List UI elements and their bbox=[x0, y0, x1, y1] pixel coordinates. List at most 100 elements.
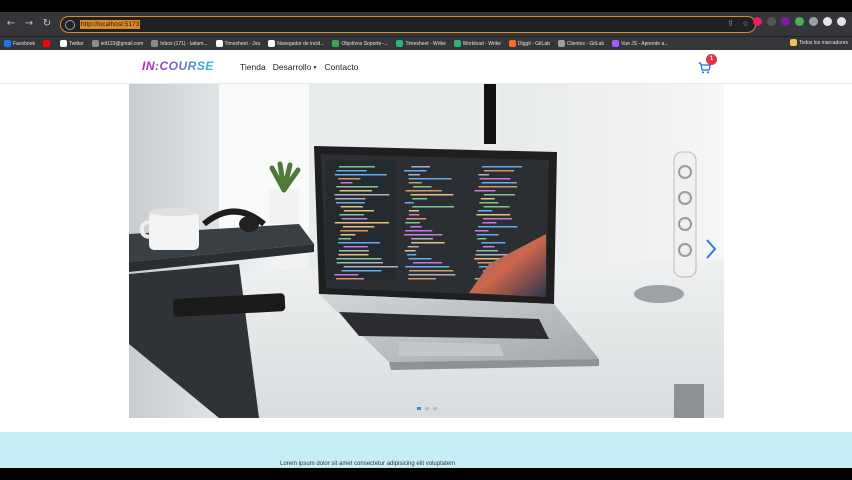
carousel-indicator[interactable] bbox=[417, 407, 421, 410]
nav-link-desarrollo[interactable]: Desarrollo▼ bbox=[273, 62, 318, 72]
nav-link-label: Contacto bbox=[324, 62, 359, 72]
extension-icon[interactable] bbox=[781, 17, 790, 26]
carousel-next-icon[interactable] bbox=[704, 238, 718, 260]
code-line bbox=[340, 234, 356, 236]
extension-icon[interactable] bbox=[767, 17, 776, 26]
code-line bbox=[413, 262, 443, 264]
bookmark-label: Timesheet - Jira bbox=[224, 40, 261, 47]
extension-icon[interactable] bbox=[795, 17, 804, 26]
code-line bbox=[412, 186, 432, 188]
code-line bbox=[334, 174, 387, 176]
code-line bbox=[483, 194, 515, 196]
browser-toolbar: ← → ↻ ⌂ http://localhost:5173 ⇪ ☆ bbox=[0, 12, 852, 36]
code-line bbox=[411, 242, 445, 244]
code-line bbox=[412, 206, 455, 208]
extension-icon[interactable] bbox=[823, 17, 832, 26]
bookmark-item[interactable]: ielt123@gmail.com bbox=[91, 40, 144, 47]
code-line bbox=[478, 174, 490, 176]
code-line bbox=[408, 258, 432, 260]
carousel-indicator[interactable] bbox=[425, 407, 429, 410]
code-line bbox=[343, 246, 368, 248]
nav-link-label: Tienda bbox=[240, 62, 266, 72]
bookmark-item[interactable]: Objetivos Soporte -... bbox=[332, 40, 388, 47]
code-line bbox=[341, 270, 382, 272]
code-line bbox=[478, 226, 518, 228]
bookmark-favicon-icon bbox=[332, 40, 340, 47]
all-bookmarks[interactable]: Todos los marcadores bbox=[790, 39, 848, 46]
code-line bbox=[405, 190, 442, 192]
slide-image bbox=[129, 84, 724, 418]
extension-icon[interactable] bbox=[753, 17, 762, 26]
extension-icon[interactable] bbox=[809, 17, 818, 26]
nav-link-contacto[interactable]: Contacto bbox=[324, 62, 358, 72]
code-line bbox=[338, 166, 375, 168]
incourse-logo[interactable]: IN:COURSE bbox=[141, 59, 229, 73]
site-info-icon[interactable] bbox=[65, 19, 75, 30]
extension-icon[interactable] bbox=[837, 17, 846, 26]
cart-count-badge: 1 bbox=[706, 54, 717, 65]
carousel-indicator[interactable] bbox=[433, 407, 437, 410]
bookmark-favicon-icon bbox=[91, 40, 99, 47]
bookmark-item[interactable]: Clientes - GitLab bbox=[557, 40, 604, 47]
code-line bbox=[408, 278, 437, 280]
code-line bbox=[477, 238, 487, 240]
folder-icon bbox=[790, 39, 798, 46]
site-navbar: IN:COURSE Tienda Desarrollo▼ Contacto 1 bbox=[0, 50, 852, 84]
bookmark-item[interactable]: Inbox (171) - laitam... bbox=[151, 40, 208, 47]
bookmark-item[interactable] bbox=[42, 40, 52, 47]
extensions-area bbox=[753, 17, 846, 26]
bookmark-item[interactable]: Timesheet - Jira bbox=[215, 40, 261, 47]
bookmark-label: Facebook bbox=[13, 40, 35, 47]
url-text[interactable]: http://localhost:5173 bbox=[80, 20, 141, 29]
code-line bbox=[404, 234, 443, 236]
bookmark-label: Workload - Wrike bbox=[462, 40, 501, 47]
code-line bbox=[476, 234, 499, 236]
code-line bbox=[340, 230, 369, 232]
bookmark-label: Twitter bbox=[68, 40, 84, 47]
share-icon[interactable]: ⇪ bbox=[727, 19, 734, 28]
code-line bbox=[334, 222, 390, 224]
code-line bbox=[408, 214, 420, 216]
bookmark-item[interactable]: Twitter bbox=[59, 40, 84, 47]
bookmark-favicon-icon bbox=[59, 40, 67, 47]
bookmark-favicon-icon bbox=[396, 40, 404, 47]
code-line bbox=[408, 174, 420, 176]
address-bar[interactable]: http://localhost:5173 ⇪ ☆ bbox=[60, 16, 756, 33]
bookmark-item[interactable]: Diggit - GitLab bbox=[508, 40, 550, 47]
code-line bbox=[404, 202, 414, 204]
code-line bbox=[407, 254, 417, 256]
hero-carousel[interactable] bbox=[129, 84, 724, 418]
forward-icon[interactable]: → bbox=[22, 17, 36, 31]
code-line bbox=[335, 198, 366, 200]
bookmark-item[interactable]: Workload - Wrike bbox=[453, 40, 501, 47]
back-icon[interactable]: ← bbox=[4, 17, 18, 31]
nav-link-tienda[interactable]: Tienda bbox=[240, 62, 266, 72]
bookmark-favicon-icon bbox=[42, 40, 50, 47]
code-line bbox=[334, 274, 359, 276]
code-line bbox=[408, 210, 420, 212]
bookmark-star-icon[interactable]: ☆ bbox=[742, 19, 749, 28]
code-line bbox=[474, 230, 489, 232]
bookmark-label: ielt123@gmail.com bbox=[100, 40, 144, 47]
bookmark-item[interactable]: Vue JS - Aprende a... bbox=[612, 40, 668, 47]
code-line bbox=[339, 190, 372, 192]
bookmark-item[interactable]: Timesheet - Wrike bbox=[396, 40, 446, 47]
bookmarks-bar: Facebook Twitter ielt123@gmail.com Inbox (1… bbox=[0, 36, 852, 50]
caret-down-icon: ▼ bbox=[312, 64, 318, 71]
reload-icon[interactable]: ↻ bbox=[40, 17, 54, 31]
bookmark-item[interactable]: Facebook bbox=[4, 40, 35, 47]
code-line bbox=[336, 278, 364, 280]
code-line bbox=[481, 166, 522, 168]
bookmark-item[interactable]: Navegador de incid... bbox=[268, 40, 324, 47]
bookmark-favicon-icon bbox=[557, 40, 565, 47]
code-line bbox=[338, 242, 381, 244]
code-line bbox=[405, 266, 450, 268]
code-line bbox=[408, 270, 454, 272]
code-line bbox=[336, 258, 382, 260]
code-line bbox=[479, 202, 499, 204]
code-line bbox=[474, 190, 496, 192]
code-line bbox=[483, 206, 510, 208]
code-line bbox=[342, 226, 375, 228]
code-line bbox=[336, 262, 384, 264]
bookmark-favicon-icon bbox=[612, 40, 620, 47]
